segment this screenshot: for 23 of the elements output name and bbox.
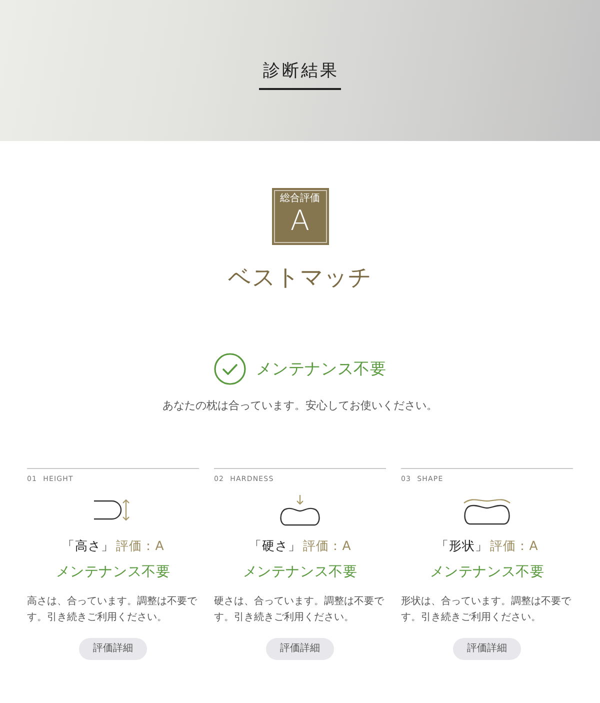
details-button[interactable]: 評価詳細 xyxy=(453,638,521,660)
aspect-status: メンテナンス不要 xyxy=(430,563,544,582)
page-title: 診断結果 xyxy=(262,60,339,83)
aspect-grade: 評価：A xyxy=(116,537,164,555)
aspect-label: 「高さ」 xyxy=(62,537,114,555)
check-circle-icon xyxy=(214,353,246,385)
status-title: メンテナンス不要 xyxy=(256,358,386,380)
aspect-status: メンテナンス不要 xyxy=(242,563,358,582)
aspect-description: 硬さは、合っています。調整は不要です。引き続きご利用ください。 xyxy=(214,594,385,625)
details-button[interactable]: 評価詳細 xyxy=(266,638,334,660)
aspect-label: 「硬さ」 xyxy=(249,537,302,555)
aspect-status: メンテナンス不要 xyxy=(56,563,170,582)
aspect-description: 形状は、合っています。調整は不要です。引き続きご利用ください。 xyxy=(401,594,572,625)
aspect-label: 「形状」 xyxy=(436,537,488,555)
aspect-grade: 評価：A xyxy=(303,537,351,555)
status-message: あなたの枕は合っています。安心してお使いください。 xyxy=(162,398,438,414)
aspect-description: 高さは、合っています。調整は不要です。引き続きご利用ください。 xyxy=(27,594,198,625)
details-button[interactable]: 評価詳細 xyxy=(79,638,147,660)
badge-label: 総合評価 xyxy=(280,193,320,205)
grade-letter: A xyxy=(290,205,310,237)
pillow-down-arrow-icon xyxy=(279,494,321,526)
aspect-grade: 評価：A xyxy=(490,537,538,555)
verdict-title: ベストマッチ xyxy=(228,264,372,293)
